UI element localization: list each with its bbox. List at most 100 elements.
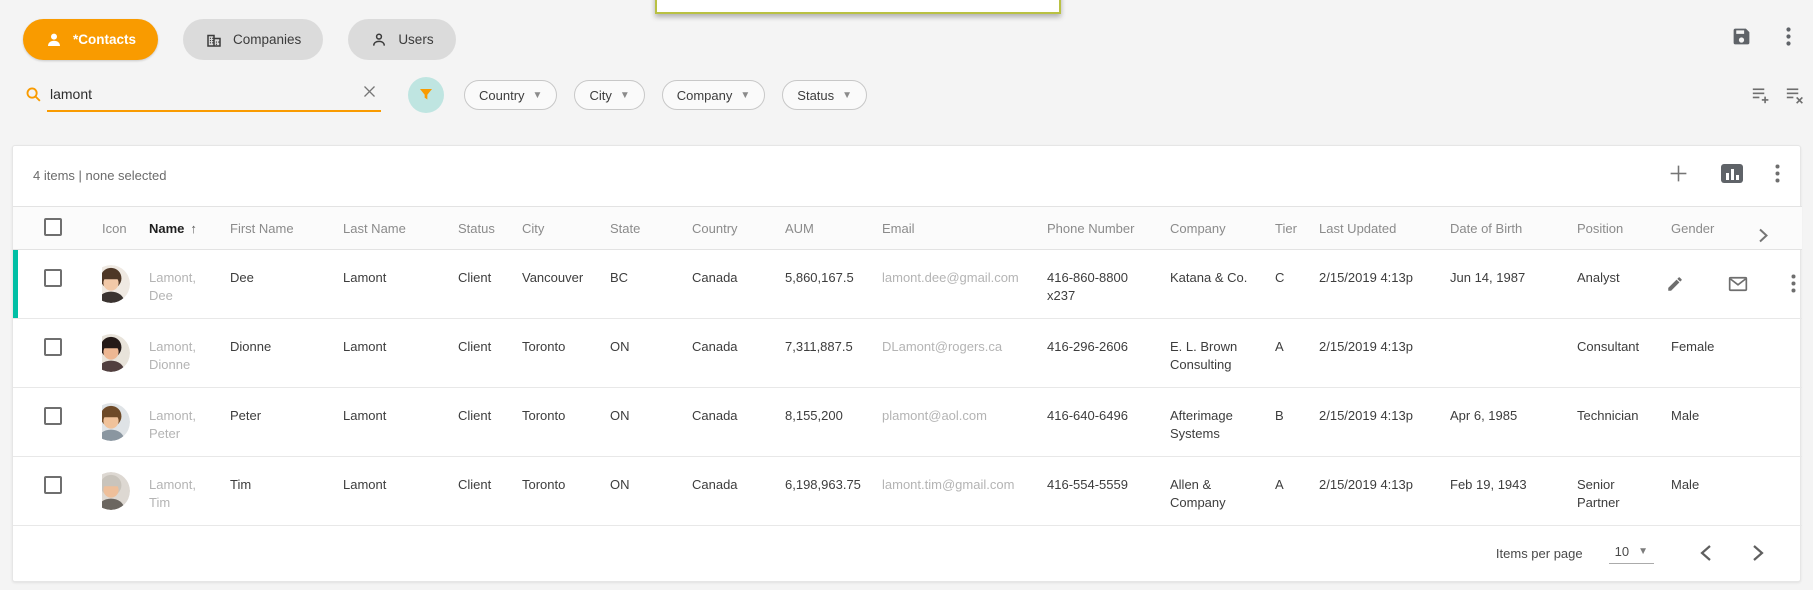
- filter-chip-status[interactable]: Status ▼: [782, 80, 867, 110]
- cell-aum: 7,311,887.5: [785, 319, 882, 388]
- filter-chip-city[interactable]: City ▼: [574, 80, 644, 110]
- cell-position: Senior Partner: [1577, 457, 1671, 526]
- column-header-last[interactable]: Last Name: [343, 207, 458, 250]
- cell-email: plamont@aol.com: [882, 388, 1047, 457]
- select-all-checkbox[interactable]: [44, 218, 62, 236]
- tab-contacts-label: *Contacts: [73, 32, 136, 47]
- chip-company-label: Company: [677, 88, 733, 103]
- clear-search-icon[interactable]: [362, 84, 377, 99]
- column-header-state[interactable]: State: [610, 207, 692, 250]
- cell-gender: Male: [1671, 457, 1758, 526]
- filter-chip-country[interactable]: Country ▼: [464, 80, 557, 110]
- selection-summary: 4 items | none selected: [33, 168, 166, 183]
- cell-first: Dee: [230, 250, 343, 319]
- cell-city: Vancouver: [522, 250, 610, 319]
- cell-name: Lamont, Dee: [149, 250, 230, 319]
- column-header-aum[interactable]: AUM: [785, 207, 882, 250]
- cell-last: Lamont: [343, 319, 458, 388]
- chevron-down-icon: ▼: [533, 90, 543, 101]
- contacts-table: IconName↑First NameLast NameStatusCitySt…: [13, 206, 1802, 526]
- cell-email: lamont.dee@gmail.com: [882, 250, 1047, 319]
- column-header-dob[interactable]: Date of Birth: [1450, 207, 1577, 250]
- cell-dob: Feb 19, 1943: [1450, 457, 1577, 526]
- cell-country: Canada: [692, 250, 785, 319]
- cell-status: Client: [458, 250, 522, 319]
- column-header-first[interactable]: First Name: [230, 207, 343, 250]
- cell-name: Lamont, Tim: [149, 457, 230, 526]
- row-checkbox[interactable]: [44, 338, 62, 356]
- cell-phone: 416-860-8800 x237: [1047, 250, 1170, 319]
- row-checkbox[interactable]: [44, 407, 62, 425]
- page-size-select[interactable]: 10 ▼: [1609, 542, 1654, 564]
- column-header-country[interactable]: Country: [692, 207, 785, 250]
- tab-contacts[interactable]: *Contacts: [23, 19, 158, 60]
- column-header-status[interactable]: Status: [458, 207, 522, 250]
- column-header-position[interactable]: Position: [1577, 207, 1671, 250]
- cell-first: Dionne: [230, 319, 343, 388]
- cell-tier: A: [1275, 319, 1319, 388]
- chevron-down-icon: ▼: [620, 90, 630, 101]
- cell-company: Katana & Co.: [1170, 250, 1275, 319]
- save-icon[interactable]: [1731, 26, 1752, 47]
- more-vertical-icon[interactable]: [1786, 27, 1791, 46]
- add-contact-icon[interactable]: [1668, 163, 1689, 184]
- cell-email: DLamont@rogers.ca: [882, 319, 1047, 388]
- filter-chip-company[interactable]: Company ▼: [662, 80, 766, 110]
- cell-tier: B: [1275, 388, 1319, 457]
- cell-phone: 416-640-6496: [1047, 388, 1170, 457]
- chevron-down-icon: ▼: [1638, 546, 1648, 557]
- next-page-button[interactable]: [1752, 544, 1764, 562]
- row-checkbox[interactable]: [44, 269, 62, 287]
- avatar: [102, 265, 130, 303]
- playlist-add-icon[interactable]: [1751, 86, 1771, 104]
- row-more-vertical-icon[interactable]: [1791, 274, 1796, 293]
- cell-state: ON: [610, 319, 692, 388]
- contact-row[interactable]: Lamont, DeeDeeLamontClientVancouverBCCan…: [13, 250, 1802, 319]
- search-icon: [25, 86, 42, 103]
- search-input[interactable]: [50, 86, 320, 102]
- email-envelope-icon[interactable]: [1728, 276, 1748, 292]
- cell-last: Lamont: [343, 250, 458, 319]
- cell-dob: Apr 6, 1985: [1450, 388, 1577, 457]
- cell-city: Toronto: [522, 319, 610, 388]
- playlist-remove-icon[interactable]: [1785, 86, 1805, 104]
- cell-state: ON: [610, 457, 692, 526]
- cell-status: Client: [458, 319, 522, 388]
- cell-city: Toronto: [522, 457, 610, 526]
- cell-first: Tim: [230, 457, 343, 526]
- table-header-row: IconName↑First NameLast NameStatusCitySt…: [13, 207, 1802, 250]
- cell-updated: 2/15/2019 4:13p: [1319, 388, 1450, 457]
- table-more-vertical-icon[interactable]: [1775, 164, 1780, 183]
- row-checkbox[interactable]: [44, 476, 62, 494]
- pagination: Items per page 10 ▼: [1496, 542, 1764, 564]
- contact-row[interactable]: Lamont, DionneDionneLamontClientTorontoO…: [13, 319, 1802, 388]
- edit-pencil-icon[interactable]: [1666, 275, 1684, 293]
- column-header-name[interactable]: Name↑: [149, 207, 230, 250]
- person-icon: [45, 31, 63, 49]
- cell-aum: 6,198,963.75: [785, 457, 882, 526]
- column-header-tier[interactable]: Tier: [1275, 207, 1319, 250]
- column-header-phone[interactable]: Phone Number: [1047, 207, 1170, 250]
- avatar: [102, 472, 130, 510]
- contact-row[interactable]: Lamont, TimTimLamontClientTorontoONCanad…: [13, 457, 1802, 526]
- tab-users[interactable]: Users: [348, 19, 455, 60]
- filter-funnel-button[interactable]: [408, 77, 444, 113]
- column-header-email[interactable]: Email: [882, 207, 1047, 250]
- column-header-company[interactable]: Company: [1170, 207, 1275, 250]
- column-header-icon[interactable]: Icon: [102, 207, 149, 250]
- column-header-city[interactable]: City: [522, 207, 610, 250]
- contact-row[interactable]: Lamont, PeterPeterLamontClientTorontoONC…: [13, 388, 1802, 457]
- cell-country: Canada: [692, 388, 785, 457]
- items-per-page-label: Items per page: [1496, 546, 1583, 561]
- previous-page-button[interactable]: [1700, 544, 1712, 562]
- cell-name: Lamont, Dionne: [149, 319, 230, 388]
- cell-aum: 8,155,200: [785, 388, 882, 457]
- cell-status: Client: [458, 457, 522, 526]
- cell-phone: 416-296-2606: [1047, 319, 1170, 388]
- column-header-gender[interactable]: Gender: [1671, 207, 1758, 250]
- column-header-updated[interactable]: Last Updated: [1319, 207, 1450, 250]
- bar-chart-icon[interactable]: [1721, 164, 1743, 183]
- scroll-columns-right-icon[interactable]: [1758, 228, 1788, 243]
- search-underline: [47, 110, 381, 113]
- tab-companies[interactable]: Companies: [183, 19, 323, 60]
